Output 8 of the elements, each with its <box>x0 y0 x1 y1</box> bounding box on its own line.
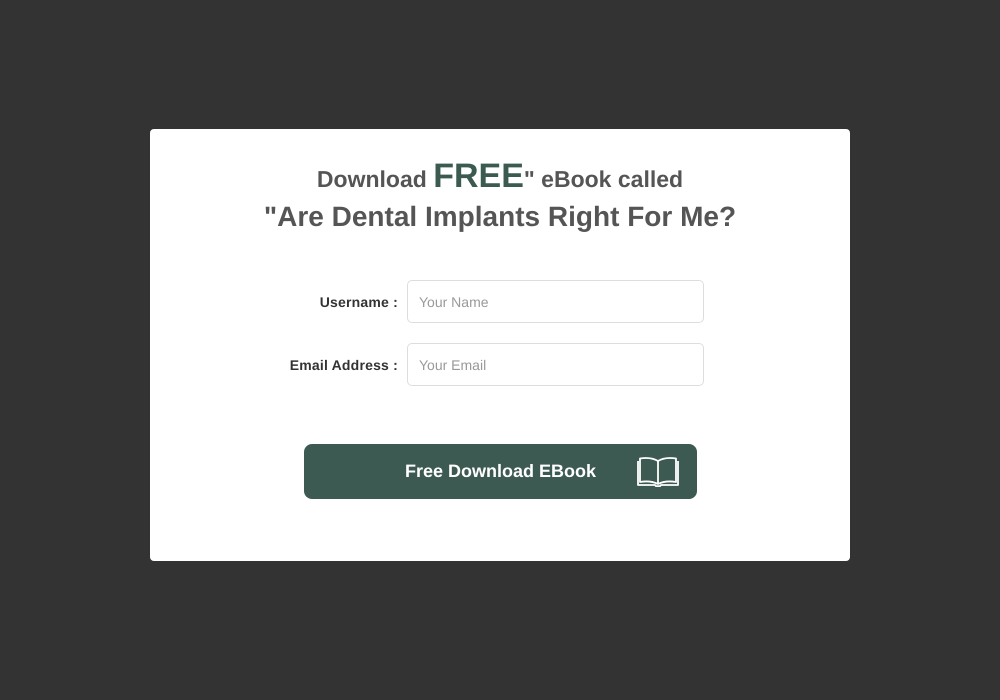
field-label: Email Address : <box>290 356 398 372</box>
heading-text: "Are Dental Implants Right For Me? <box>264 200 736 234</box>
book-icon <box>637 456 679 487</box>
input-field[interactable]: Your Name <box>407 280 704 323</box>
heading-text: Download FREE" eBook called <box>316 156 684 197</box>
field-label: Username : <box>320 294 398 310</box>
download-button[interactable]: Free Download EBook <box>304 444 697 499</box>
input-field[interactable]: Your Email <box>407 343 704 386</box>
